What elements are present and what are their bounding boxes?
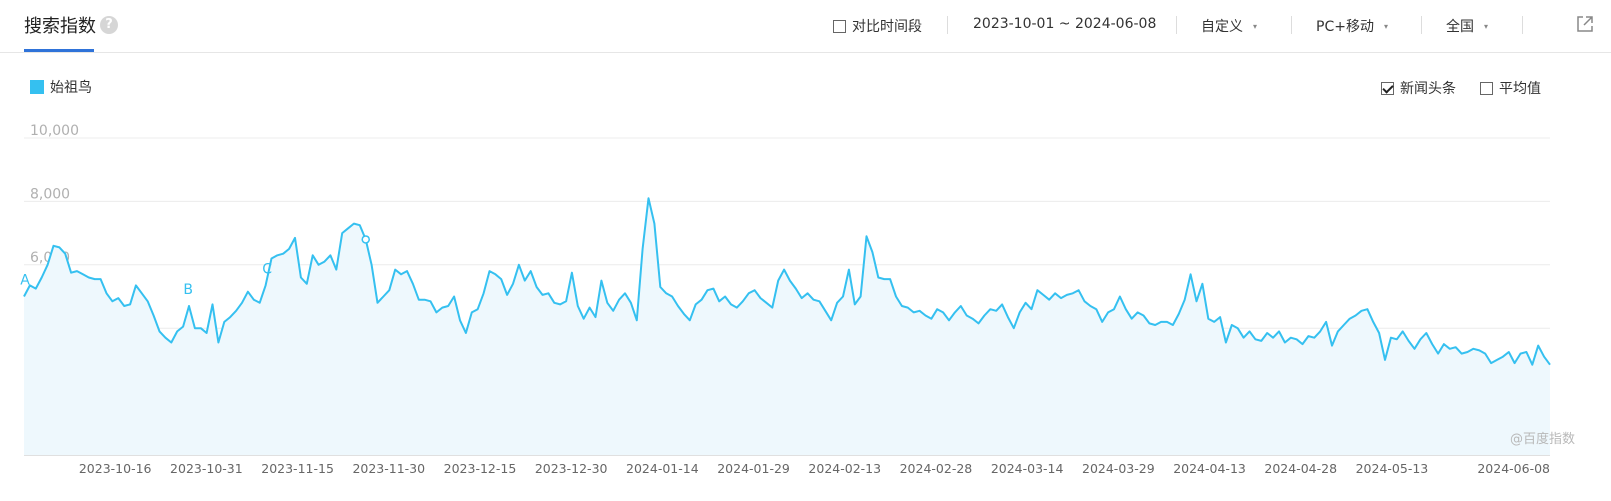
x-tick-label: 2024-02-28	[900, 461, 973, 476]
x-tick-label: 2023-12-15	[444, 461, 517, 476]
annotation-label: C	[262, 261, 272, 277]
x-tick-label: 2024-01-29	[717, 461, 790, 476]
x-tick-label: 2024-06-08	[1477, 461, 1550, 476]
x-tick-label: 2024-03-29	[1082, 461, 1155, 476]
x-tick-label: 2024-03-14	[991, 461, 1064, 476]
annotation-label: A	[20, 273, 30, 289]
x-tick-label: 2023-11-30	[352, 461, 425, 476]
x-tick-label: 2024-04-13	[1173, 461, 1246, 476]
x-tick-label: 2024-05-13	[1356, 461, 1429, 476]
annotation-label: B	[183, 282, 193, 298]
x-tick-label: 2023-12-30	[535, 461, 608, 476]
x-tick-label: 2023-10-31	[170, 461, 243, 476]
x-tick-label: 2024-01-14	[626, 461, 699, 476]
data-point-marker	[361, 235, 370, 244]
search-index-chart: 2,0004,0006,0008,00010,0002023-10-162023…	[20, 123, 1551, 476]
x-tick-label: 2023-11-15	[261, 461, 334, 476]
area-fill	[24, 198, 1550, 455]
y-tick-label: 8,000	[30, 186, 70, 202]
x-tick-label: 2024-04-28	[1264, 461, 1337, 476]
x-tick-label: 2023-10-16	[79, 461, 152, 476]
x-tick-label: 2024-02-13	[808, 461, 881, 476]
y-tick-label: 10,000	[30, 123, 79, 139]
baidu-index-watermark: @百度指数	[1510, 432, 1576, 447]
